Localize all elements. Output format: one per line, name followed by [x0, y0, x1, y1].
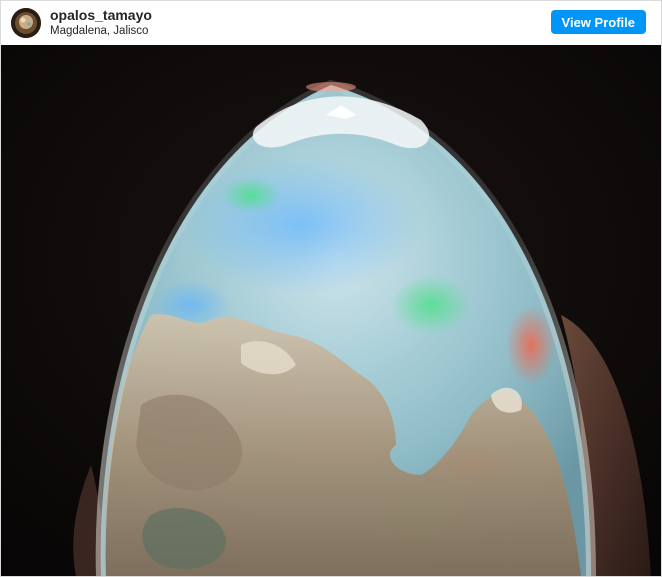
location[interactable]: Magdalena, Jalisco: [50, 25, 152, 39]
instagram-embed: opalos_tamayo Magdalena, Jalisco View Pr…: [0, 0, 662, 577]
tip-glow: [306, 82, 356, 92]
username[interactable]: opalos_tamayo: [50, 7, 152, 24]
fire-patch: [391, 275, 471, 335]
opal-photo: [1, 45, 661, 576]
post-photo[interactable]: [1, 45, 661, 576]
view-profile-button[interactable]: View Profile: [550, 10, 646, 34]
user-meta: opalos_tamayo Magdalena, Jalisco: [50, 7, 152, 39]
avatar[interactable]: [11, 8, 41, 38]
fire-patch: [221, 177, 281, 213]
post-header: opalos_tamayo Magdalena, Jalisco View Pr…: [1, 1, 661, 45]
avatar-image: [11, 8, 41, 38]
